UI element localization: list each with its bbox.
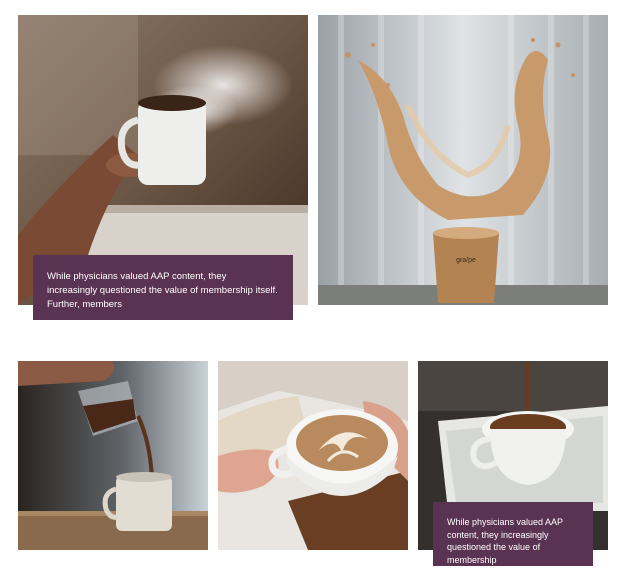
caption-bottom: While physicians valued AAP content, the…: [433, 502, 593, 566]
caption-bottom-text: While physicians valued AAP content, the…: [447, 517, 563, 565]
photo-coffee-pour: [18, 361, 208, 550]
photo-coffee-splash: gra/pe: [318, 15, 608, 305]
caption-top: While physicians valued AAP content, the…: [33, 255, 293, 320]
cup-brand-text: gra/pe: [456, 257, 476, 264]
photo-latte-art: [218, 361, 408, 550]
caption-top-text: While physicians valued AAP content, the…: [47, 271, 278, 310]
